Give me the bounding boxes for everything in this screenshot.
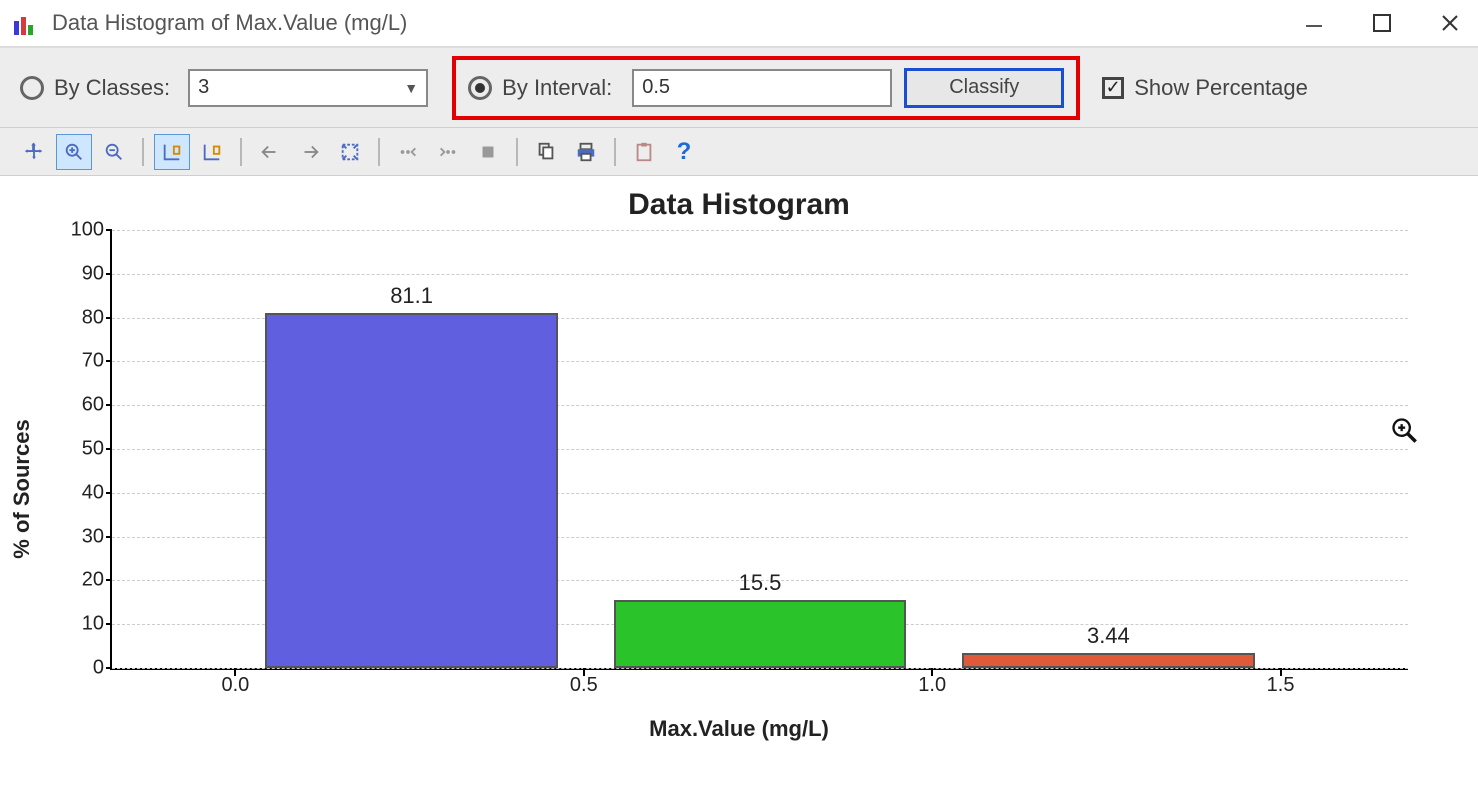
stop-icon[interactable] — [470, 134, 506, 170]
plot-area[interactable]: 010203040506070809010081.115.53.44 — [110, 230, 1408, 670]
paste-icon[interactable] — [626, 134, 662, 170]
y-tick-mark — [106, 360, 112, 362]
classes-select[interactable]: 3 ▼ — [188, 69, 428, 107]
y-tick-mark — [106, 273, 112, 275]
y-tick-mark — [106, 536, 112, 538]
app-icon — [12, 9, 40, 37]
controls-row: By Classes: 3 ▼ By Interval: 0.5 Classif… — [0, 48, 1478, 128]
axis-lock-x-icon[interactable] — [154, 134, 190, 170]
y-tick-label: 80 — [62, 306, 104, 329]
toolbar-separator — [142, 138, 144, 166]
y-tick-label: 20 — [62, 569, 104, 592]
y-axis-label: % of Sources — [9, 419, 35, 558]
toolbar-separator — [378, 138, 380, 166]
gridline — [112, 274, 1408, 275]
histogram-bar[interactable] — [962, 653, 1255, 668]
copy-icon[interactable] — [528, 134, 564, 170]
by-interval-radio[interactable] — [468, 76, 492, 100]
show-percentage-label: Show Percentage — [1134, 75, 1308, 101]
window-controls — [1298, 7, 1466, 39]
y-tick-label: 30 — [62, 525, 104, 548]
y-tick-label: 100 — [62, 219, 104, 242]
minimize-button[interactable] — [1298, 7, 1330, 39]
window-title: Data Histogram of Max.Value (mg/L) — [52, 10, 1298, 36]
histogram-bar[interactable] — [614, 600, 907, 668]
x-tick-label: 0.0 — [222, 674, 250, 697]
y-tick-mark — [106, 492, 112, 494]
y-tick-label: 70 — [62, 350, 104, 373]
maximize-button[interactable] — [1366, 7, 1398, 39]
chart-area: Data Histogram % of Sources 0 10 20 30 40 50 6… — [0, 176, 1478, 802]
classify-button[interactable]: Classify — [904, 68, 1064, 108]
zoom-out-icon[interactable] — [96, 134, 132, 170]
classify-label: Classify — [949, 76, 1019, 99]
magnifier-cursor-icon — [1390, 416, 1418, 450]
classes-value: 3 — [198, 76, 209, 99]
x-tick-label: 1.5 — [1267, 674, 1295, 697]
bar-value-label: 81.1 — [390, 283, 433, 309]
y-tick-label: 90 — [62, 262, 104, 285]
y-tick-label: 50 — [62, 438, 104, 461]
undo-axis-icon[interactable] — [252, 134, 288, 170]
fit-icon[interactable] — [332, 134, 368, 170]
chevron-down-icon: ▼ — [404, 80, 418, 96]
x-axis: 0.0 0.5 1.0 1.5 — [110, 670, 1408, 710]
show-percentage-checkbox[interactable]: ✓ — [1102, 77, 1124, 99]
chart-toolbar: ? — [0, 128, 1478, 176]
chart-title: Data Histogram — [30, 188, 1448, 222]
y-tick-mark — [106, 229, 112, 231]
interval-value: 0.5 — [642, 76, 670, 99]
axis-lock-y-icon[interactable] — [194, 134, 230, 170]
bar-value-label: 3.44 — [1087, 623, 1130, 649]
by-classes-radio[interactable] — [20, 76, 44, 100]
gridline — [112, 668, 1408, 669]
histogram-bar[interactable] — [265, 313, 558, 668]
y-tick-mark — [106, 317, 112, 319]
toolbar-separator — [240, 138, 242, 166]
y-tick-mark — [106, 579, 112, 581]
toolbar-separator — [614, 138, 616, 166]
by-classes-label: By Classes: — [54, 75, 170, 101]
y-tick-label: 10 — [62, 613, 104, 636]
gridline — [112, 230, 1408, 231]
close-button[interactable] — [1434, 7, 1466, 39]
y-tick-label: 60 — [62, 394, 104, 417]
y-tick-label: 0 — [62, 657, 104, 680]
y-tick-mark — [106, 667, 112, 669]
pan-icon[interactable] — [16, 134, 52, 170]
by-interval-label: By Interval: — [502, 75, 612, 101]
x-tick-label: 1.0 — [918, 674, 946, 697]
toolbar-separator — [516, 138, 518, 166]
bar-value-label: 15.5 — [739, 570, 782, 596]
y-tick-mark — [106, 448, 112, 450]
interval-highlight: By Interval: 0.5 Classify — [452, 56, 1080, 120]
title-bar: Data Histogram of Max.Value (mg/L) — [0, 0, 1478, 48]
redo-axis-icon[interactable] — [292, 134, 328, 170]
y-tick-label: 40 — [62, 481, 104, 504]
x-tick-label: 0.5 — [570, 674, 598, 697]
x-axis-label: Max.Value (mg/L) — [30, 716, 1448, 742]
help-icon[interactable]: ? — [666, 134, 702, 170]
print-icon[interactable] — [568, 134, 604, 170]
interval-input[interactable]: 0.5 — [632, 69, 892, 107]
zoom-in-icon[interactable] — [56, 134, 92, 170]
step-right-icon[interactable] — [430, 134, 466, 170]
y-tick-mark — [106, 404, 112, 406]
y-tick-mark — [106, 623, 112, 625]
step-left-icon[interactable] — [390, 134, 426, 170]
